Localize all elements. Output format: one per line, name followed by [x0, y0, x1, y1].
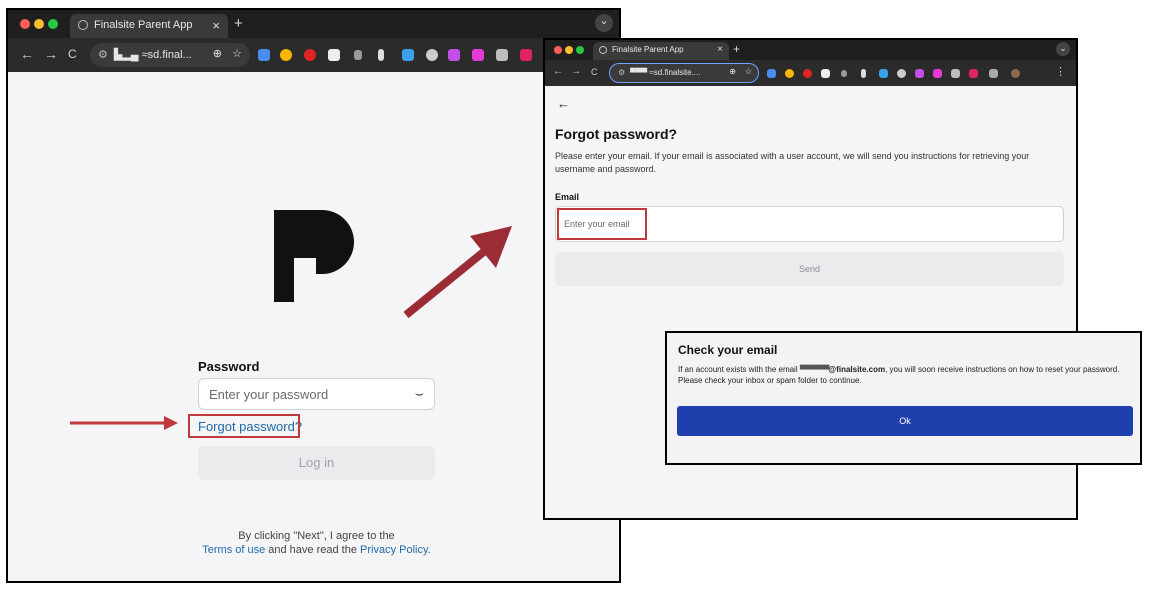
extension-icon[interactable]: [280, 49, 292, 61]
back-arrow-icon[interactable]: ←: [553, 66, 563, 77]
extension-icon[interactable]: [496, 49, 508, 61]
zoom-icon[interactable]: ⊕: [729, 67, 736, 76]
tab-close-icon[interactable]: ×: [717, 44, 723, 55]
browser-tab[interactable]: Finalsite Parent App ×: [70, 14, 228, 38]
extension-icon[interactable]: [402, 49, 414, 61]
extension-icon[interactable]: [933, 69, 942, 78]
tab-bar: Finalsite Parent App × + ⌄: [8, 10, 619, 38]
browser-tab[interactable]: Finalsite Parent App ×: [593, 42, 729, 60]
extension-icon[interactable]: [803, 69, 812, 78]
footer-end-text: .: [427, 544, 431, 556]
bookmark-star-icon[interactable]: ☆: [745, 67, 752, 76]
footer-line-2: Terms of use and have read the Privacy P…: [158, 543, 475, 557]
extension-icon[interactable]: [448, 49, 460, 61]
window-close-dot[interactable]: [20, 19, 30, 29]
highlight-box: [557, 208, 647, 240]
reload-icon[interactable]: C: [68, 47, 77, 61]
login-browser-window: Finalsite Parent App × + ⌄ ← → C ⚙ ▙▂▄ ≈s…: [6, 8, 621, 583]
annotation-arrow-left: [70, 416, 178, 430]
finalsite-logo: [274, 210, 354, 302]
forward-arrow-icon[interactable]: →: [571, 66, 581, 77]
tab-search-chevron-icon[interactable]: ⌄: [1056, 42, 1070, 56]
extension-icon[interactable]: [304, 49, 316, 61]
tab-close-icon[interactable]: ×: [212, 18, 220, 33]
check-email-message: If an account exists with the email ▀▀▀'…: [678, 364, 1130, 386]
globe-icon: [599, 45, 607, 54]
extension-icon[interactable]: [354, 50, 362, 60]
login-page: Password Enter your password ⌣ Forgot pa…: [8, 72, 619, 581]
extension-icon[interactable]: [861, 69, 866, 78]
extension-icon[interactable]: [767, 69, 776, 78]
privacy-policy-link[interactable]: Privacy Policy: [360, 544, 428, 556]
globe-icon: [78, 20, 88, 31]
site-info-icon[interactable]: ⚙: [98, 49, 108, 61]
address-bar[interactable]: ⚙ ▙▂▄ ≈sd.final... ⊕ ☆: [90, 43, 250, 67]
extension-icon[interactable]: [378, 49, 384, 61]
tab-search-chevron-icon[interactable]: ⌄: [595, 14, 613, 32]
ok-button-label: Ok: [899, 416, 911, 426]
tab-title: Finalsite Parent App: [612, 45, 684, 54]
back-arrow-icon[interactable]: ←: [20, 46, 34, 62]
password-label: Password: [198, 359, 260, 374]
extension-icon[interactable]: [426, 49, 438, 61]
redacted-email: ▀▀▀'▀▀▀: [799, 365, 830, 374]
new-tab-icon[interactable]: +: [733, 42, 740, 56]
extension-icon[interactable]: [1011, 69, 1020, 78]
address-url: ▀▀▀ ≈sd.finalsite....: [630, 68, 701, 77]
footer-mid-text: and have read the: [265, 544, 361, 556]
extension-icon[interactable]: [841, 70, 847, 77]
new-tab-icon[interactable]: +: [234, 15, 243, 32]
footer-line-1: By clicking "Next", I agree to the: [238, 530, 395, 542]
window-minimize-dot[interactable]: [565, 46, 573, 54]
reload-icon[interactable]: C: [591, 67, 598, 77]
extension-icon[interactable]: [951, 69, 960, 78]
window-maximize-dot[interactable]: [576, 46, 584, 54]
extension-icon[interactable]: [897, 69, 906, 78]
extension-icon[interactable]: [520, 49, 532, 61]
tab-title: Finalsite Parent App: [94, 19, 193, 31]
bookmark-star-icon[interactable]: ☆: [232, 47, 242, 60]
extension-icon[interactable]: [472, 49, 484, 61]
back-arrow-icon[interactable]: ←: [557, 96, 570, 111]
address-url: ▙▂▄ ≈sd.final...: [113, 49, 192, 61]
message-text-before: If an account exists with the email: [678, 365, 800, 374]
email-label: Email: [555, 192, 580, 202]
window-minimize-dot[interactable]: [34, 19, 44, 29]
eye-hidden-icon[interactable]: ⌣: [415, 385, 424, 402]
site-info-icon[interactable]: ⚙: [618, 68, 625, 77]
legal-footer: By clicking "Next", I agree to the Terms…: [158, 529, 475, 557]
send-button[interactable]: Send: [555, 252, 1064, 286]
forgot-title: Forgot password?: [555, 126, 678, 142]
extension-icon[interactable]: [258, 49, 270, 61]
login-button-label: Log in: [298, 455, 335, 470]
extension-icon[interactable]: [915, 69, 924, 78]
extension-icon[interactable]: [989, 69, 998, 78]
window-maximize-dot[interactable]: [48, 19, 58, 29]
send-button-label: Send: [798, 264, 821, 274]
terms-of-use-link[interactable]: Terms of use: [202, 544, 265, 556]
nav-bar: ← → C ⚙ ▙▂▄ ≈sd.final... ⊕ ☆: [8, 38, 619, 72]
annotation-arrow-to-forgot: [403, 226, 512, 319]
zoom-icon[interactable]: ⊕: [213, 47, 222, 60]
highlight-box: [188, 414, 300, 438]
extension-icon[interactable]: [821, 69, 830, 78]
ok-button[interactable]: Ok: [677, 406, 1133, 436]
password-placeholder: Enter your password: [209, 387, 329, 402]
check-email-title: Check your email: [678, 343, 778, 357]
browser-menu-icon[interactable]: ⋮: [1055, 65, 1066, 78]
forward-arrow-icon[interactable]: →: [44, 46, 58, 62]
login-button[interactable]: Log in: [198, 446, 435, 480]
email-domain: @finalsite.com: [828, 365, 886, 374]
extension-icon[interactable]: [785, 69, 794, 78]
extension-icon[interactable]: [879, 69, 888, 78]
nav-bar: ← → C ⚙ ▀▀▀ ≈sd.finalsite.... ⊕ ☆ ⋮: [545, 60, 1076, 86]
address-bar[interactable]: ⚙ ▀▀▀ ≈sd.finalsite.... ⊕ ☆: [609, 63, 759, 83]
forgot-description: Please enter your email. If your email i…: [555, 151, 1030, 174]
window-close-dot[interactable]: [554, 46, 562, 54]
extension-icon[interactable]: [969, 69, 978, 78]
extension-icon[interactable]: [328, 49, 340, 61]
tab-bar: Finalsite Parent App × + ⌄: [545, 40, 1076, 60]
password-input[interactable]: Enter your password ⌣: [198, 378, 435, 410]
check-email-panel: Check your email If an account exists wi…: [665, 331, 1142, 465]
